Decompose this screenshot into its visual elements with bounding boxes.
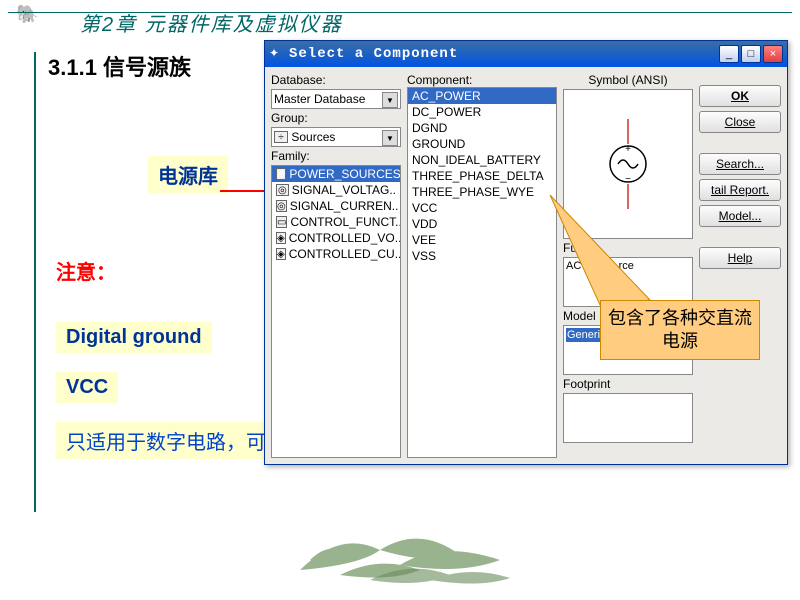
app-icon: ✦	[269, 46, 285, 62]
list-item: ▭CONTROL_FUNCT..	[272, 214, 400, 230]
ac-source-symbol: + −	[603, 114, 653, 214]
symbol-label: Symbol (ANSI)	[563, 73, 693, 87]
ctrl-v-icon: ◈	[276, 232, 286, 244]
signal-v-icon: ◎	[276, 184, 289, 196]
family-label: Family:	[271, 149, 401, 163]
list-item: DGND	[408, 120, 556, 136]
family-listbox[interactable]: ⊕POWER_SOURCES ◎SIGNAL_VOLTAG.. ◎SIGNAL_…	[271, 165, 401, 458]
bamboo-decoration	[280, 510, 520, 590]
list-item: VDD	[408, 216, 556, 232]
detail-button[interactable]: tail Report.	[699, 179, 781, 201]
chapter-icon: 🐘	[16, 4, 38, 25]
symbol-preview: + −	[563, 89, 693, 239]
note-label: 注意：	[56, 256, 116, 285]
group-label: Group:	[271, 111, 401, 125]
search-button[interactable]: Search...	[699, 153, 781, 175]
close-dialog-button[interactable]: Close	[699, 111, 781, 133]
control-icon: ▭	[276, 216, 287, 228]
database-dropdown[interactable]: Master Database	[271, 89, 401, 109]
model-button[interactable]: Model...	[699, 205, 781, 227]
list-item: GROUND	[408, 136, 556, 152]
list-item: VEE	[408, 232, 556, 248]
minimize-button[interactable]: _	[719, 45, 739, 63]
power-lib-label: 电源库	[148, 156, 228, 193]
header-divider	[8, 12, 792, 13]
ctrl-c-icon: ◈	[276, 248, 286, 260]
list-item: THREE_PHASE_DELTA	[408, 168, 556, 184]
left-divider	[34, 52, 36, 512]
callout-box: 包含了各种交直流电源	[600, 300, 760, 360]
close-button[interactable]: ×	[763, 45, 783, 63]
section-title: 3.1.1 信号源族	[48, 50, 191, 82]
list-item: ◈CONTROLLED_CU..	[272, 246, 400, 262]
list-item: VCC	[408, 200, 556, 216]
list-item: AC_POWER	[408, 88, 556, 104]
list-item: ◈CONTROLLED_VO..	[272, 230, 400, 246]
vcc-label: VCC	[56, 372, 118, 403]
list-item: NON_IDEAL_BATTERY	[408, 152, 556, 168]
group-dropdown[interactable]: ÷ Sources	[271, 127, 401, 147]
maximize-button[interactable]: □	[741, 45, 761, 63]
component-dialog: ✦ Select a Component _ □ × Database: Mas…	[264, 40, 788, 465]
signal-c-icon: ◎	[276, 200, 287, 212]
ok-button[interactable]: OK	[699, 85, 781, 107]
svg-text:−: −	[625, 174, 631, 185]
list-item: DC_POWER	[408, 104, 556, 120]
help-button[interactable]: Help	[699, 247, 781, 269]
titlebar[interactable]: ✦ Select a Component _ □ ×	[265, 41, 787, 67]
list-item: ◎SIGNAL_VOLTAG..	[272, 182, 400, 198]
svg-text:+: +	[625, 144, 631, 155]
footprint-label: Footprint	[563, 377, 693, 391]
sources-icon: ÷	[274, 131, 288, 143]
list-item: VSS	[408, 248, 556, 264]
component-listbox[interactable]: AC_POWER DC_POWER DGND GROUND NON_IDEAL_…	[407, 87, 557, 458]
list-item: THREE_PHASE_WYE	[408, 184, 556, 200]
list-item: ⊕POWER_SOURCES	[272, 166, 400, 182]
database-label: Database:	[271, 73, 401, 87]
dialog-title: Select a Component	[289, 46, 719, 62]
digital-ground-label: Digital ground	[56, 322, 212, 353]
function-label: Functi	[563, 241, 693, 255]
list-item: ◎SIGNAL_CURREN..	[272, 198, 400, 214]
power-icon: ⊕	[276, 168, 286, 180]
component-label: Component:	[407, 73, 557, 87]
footprint-box	[563, 393, 693, 443]
